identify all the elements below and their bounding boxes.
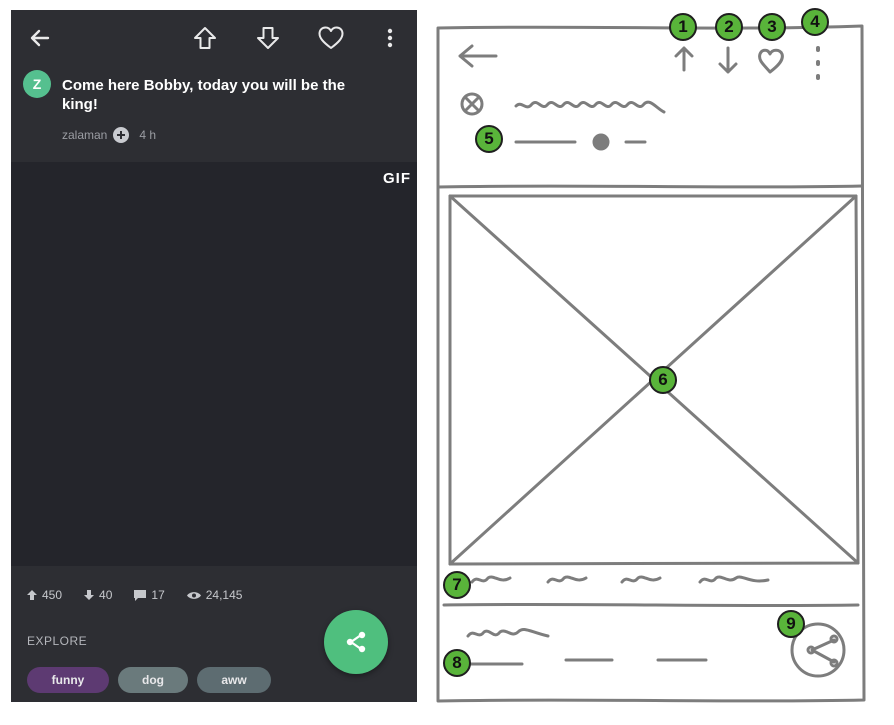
avatar[interactable]: Z (23, 70, 51, 98)
downvote-count: 40 (84, 588, 112, 602)
more-options-button[interactable] (375, 23, 405, 53)
wireframe-marker-3: 3 (758, 13, 786, 41)
share-icon (346, 631, 366, 653)
back-button[interactable] (25, 23, 55, 53)
comment-count[interactable]: 17 (134, 588, 165, 602)
byline: zalaman 4 h (62, 127, 156, 143)
heart-outline-icon (318, 26, 344, 49)
post-title: Come here Bobby, today you will be the k… (62, 77, 346, 113)
post-age: 4 h (139, 128, 157, 142)
downvote-button[interactable] (253, 23, 283, 53)
wireframe-marker-2: 2 (715, 13, 743, 41)
comment-icon (134, 589, 147, 601)
wireframe-drawing (436, 24, 866, 703)
upvote-small-icon (27, 590, 37, 600)
view-count: 24,145 (186, 588, 243, 602)
comment-count-value: 17 (151, 588, 165, 602)
upvote-button[interactable] (190, 23, 220, 53)
wireframe-marker-5: 5 (475, 125, 503, 153)
tag-aww[interactable]: aww (197, 667, 271, 693)
author-name[interactable]: zalaman (62, 128, 107, 142)
eye-icon (186, 591, 201, 599)
upvote-count: 450 (27, 588, 62, 602)
follow-button[interactable] (113, 127, 130, 143)
favorite-button[interactable] (316, 23, 346, 53)
explore-label: EXPLORE (27, 634, 88, 648)
stats-row: 450 40 17 24,145 (27, 588, 242, 602)
tag-list: funny dog aww (27, 667, 271, 693)
wireframe-marker-6: 6 (649, 366, 677, 394)
share-button[interactable] (324, 610, 388, 674)
gif-badge: GIF (383, 170, 411, 187)
upvote-count-value: 450 (42, 588, 63, 602)
wireframe-marker-4: 4 (801, 8, 829, 36)
more-vertical-icon (387, 28, 393, 48)
arrow-up-outline-icon (194, 27, 216, 49)
arrow-down-outline-icon (257, 27, 279, 49)
tag-funny[interactable]: funny (27, 667, 109, 693)
wireframe-marker-8: 8 (443, 649, 471, 677)
wireframe-marker-1: 1 (669, 13, 697, 41)
view-count-value: 24,145 (205, 588, 243, 602)
app-screenshot: Z Come here Bobby, today you will be the… (11, 10, 417, 702)
wireframe-marker-9: 9 (777, 610, 805, 638)
arrow-left-icon (30, 29, 50, 47)
plus-icon (117, 131, 126, 139)
downvote-count-value: 40 (99, 588, 113, 602)
wireframe-marker-7: 7 (443, 571, 471, 599)
media-area[interactable]: GIF (11, 162, 417, 566)
wireframe-sketch: 1 2 3 4 5 6 7 8 9 (430, 0, 894, 720)
downvote-small-icon (84, 590, 95, 600)
tag-dog[interactable]: dog (118, 667, 188, 693)
top-bar: Z Come here Bobby, today you will be the… (11, 10, 417, 162)
